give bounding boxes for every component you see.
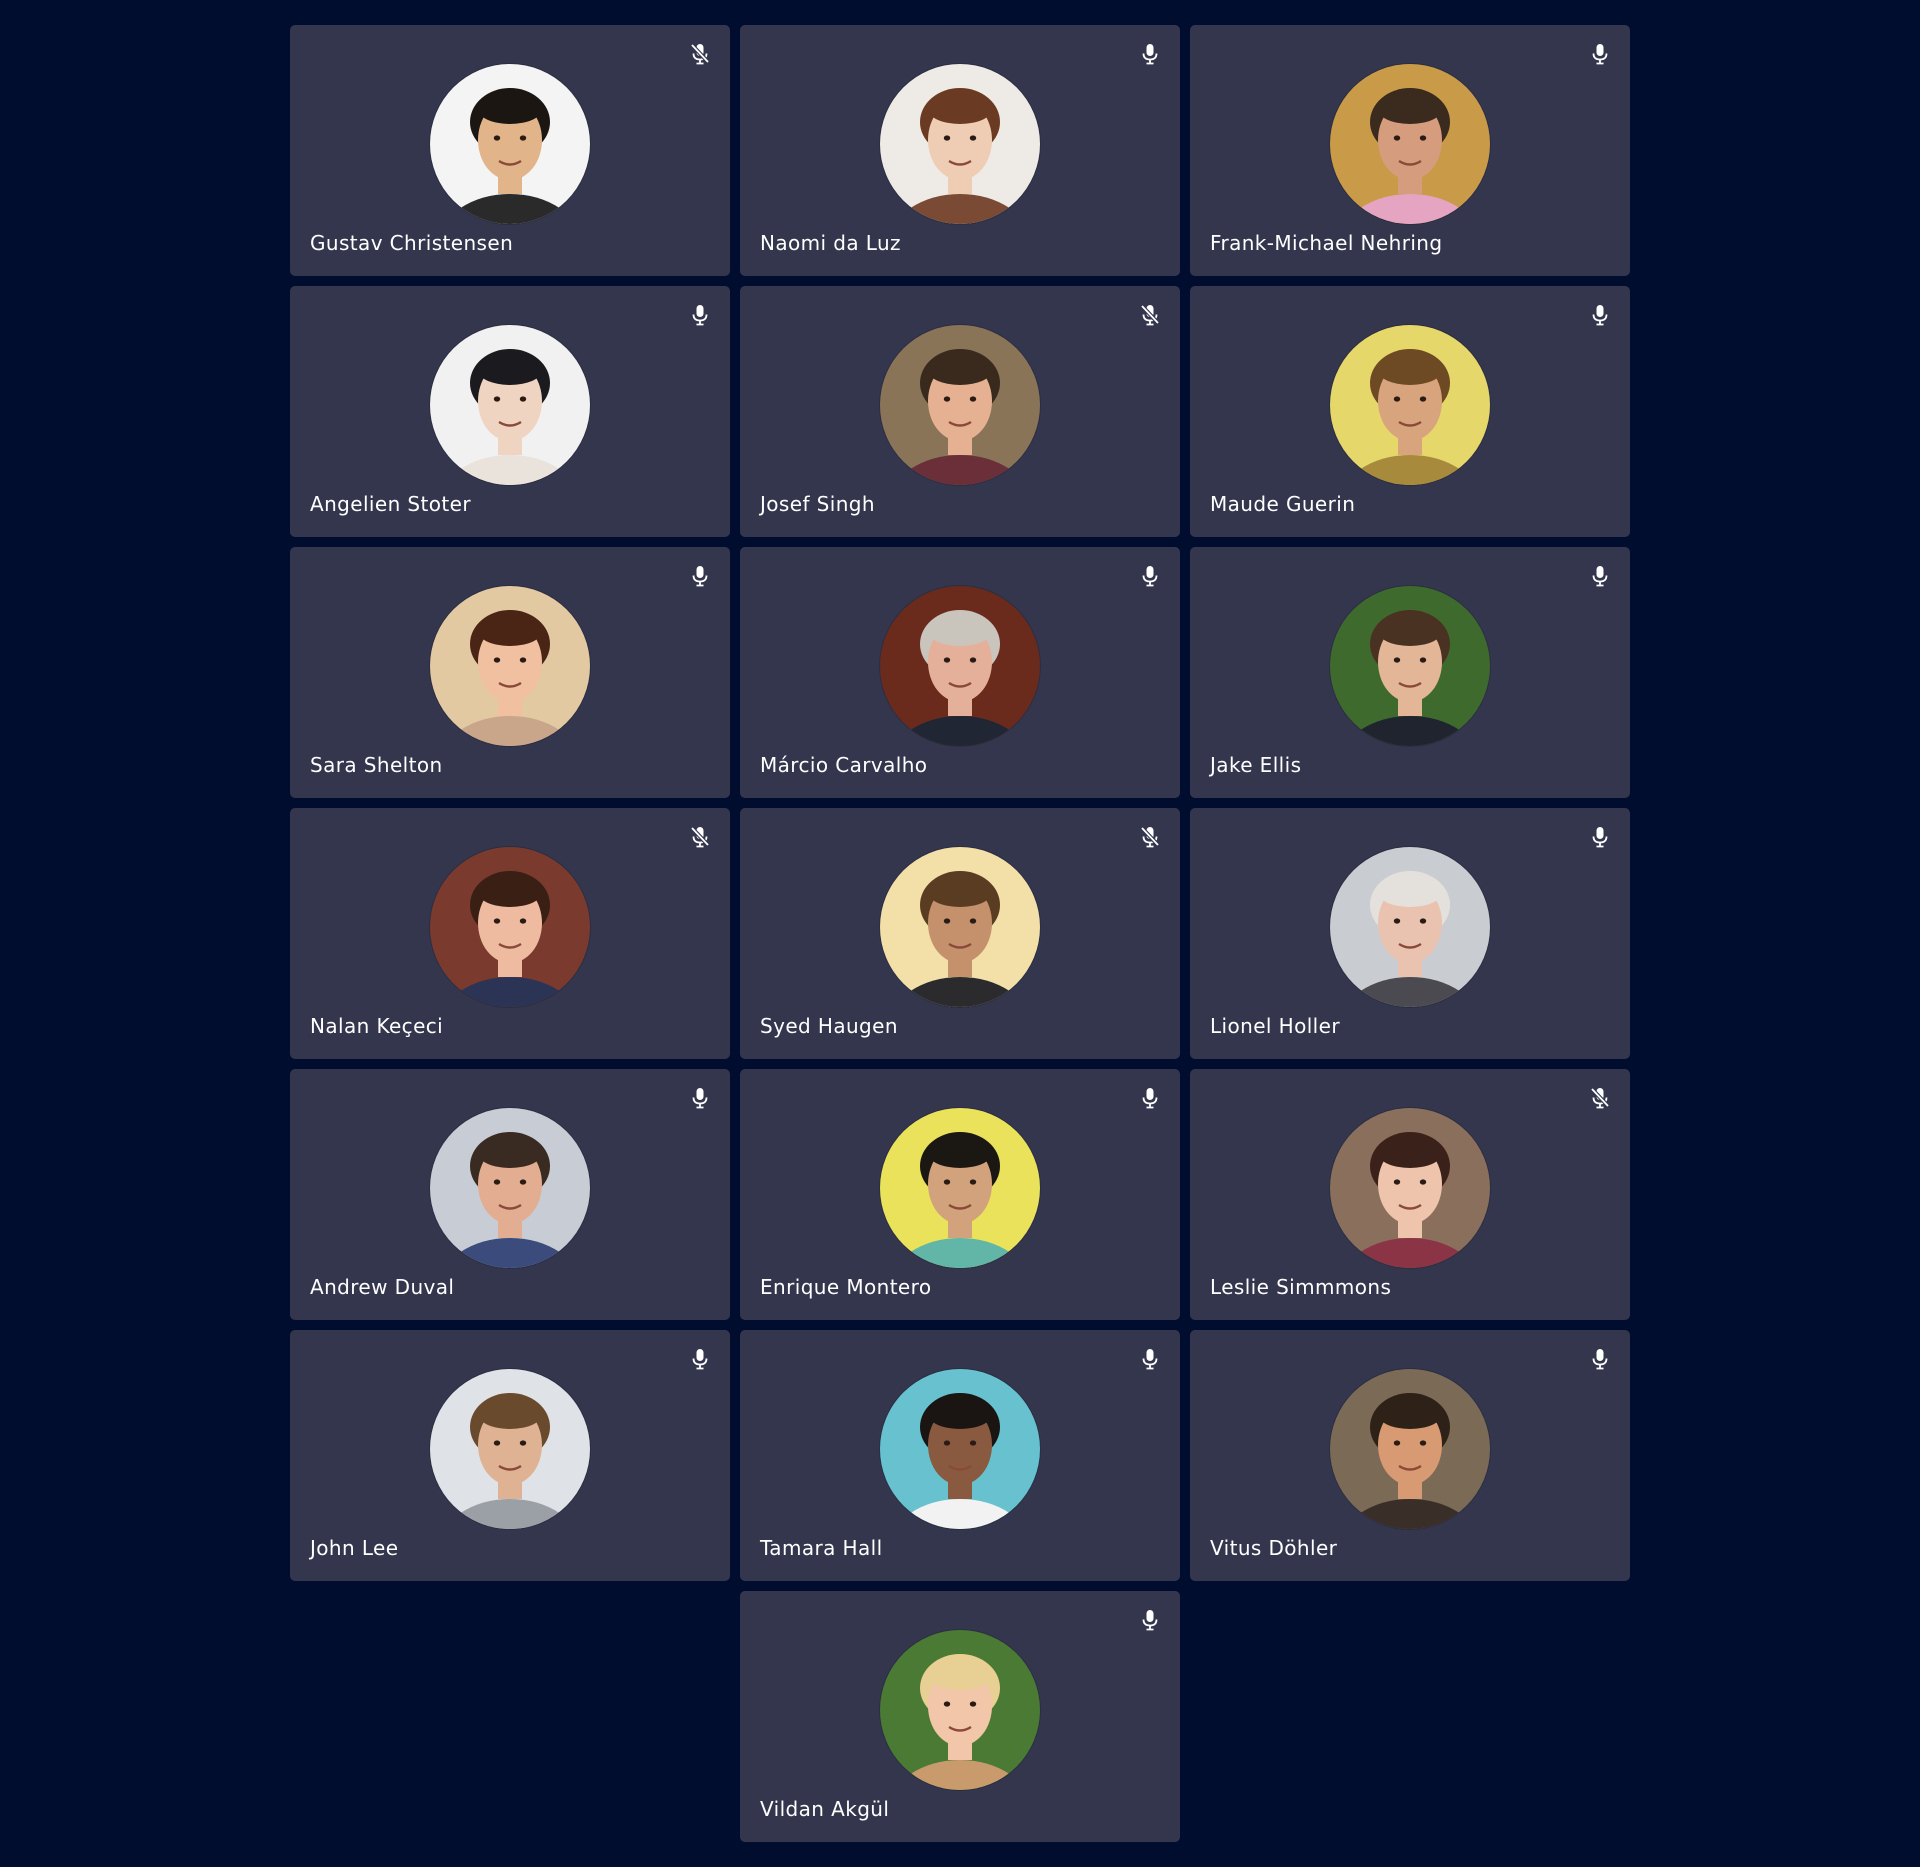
participant-tile[interactable]: Lionel Holler [1190,808,1630,1059]
participant-tile[interactable]: Vildan Akgül [740,1591,1180,1842]
participant-tile[interactable]: Enrique Montero [740,1069,1180,1320]
participant-tile[interactable]: Maude Guerin [1190,286,1630,537]
participant-tile[interactable]: Jake Ellis [1190,547,1630,798]
mic-icon[interactable] [1140,1348,1160,1370]
participant-name: Lionel Holler [1210,1014,1340,1038]
participant-tile[interactable]: John Lee [290,1330,730,1581]
participant-name: Tamara Hall [760,1536,883,1560]
mic-muted-icon[interactable] [1140,826,1160,848]
avatar [880,586,1040,746]
participant-name: Sara Shelton [310,753,443,777]
mic-icon[interactable] [690,304,710,326]
participant-name: Naomi da Luz [760,231,901,255]
participant-tile[interactable]: Sara Shelton [290,547,730,798]
mic-icon[interactable] [690,1087,710,1109]
avatar [1330,1108,1490,1268]
participant-name: Vildan Akgül [760,1797,890,1821]
participant-tile[interactable]: Gustav Christensen [290,25,730,276]
participant-name: Andrew Duval [310,1275,455,1299]
participant-tile[interactable]: Nalan Keçeci [290,808,730,1059]
participant-tile[interactable]: Tamara Hall [740,1330,1180,1581]
avatar [880,1630,1040,1790]
avatar [880,325,1040,485]
avatar [880,64,1040,224]
participant-grid: Gustav Christensen Naomi da Luz Frank-Mich… [290,25,1630,1842]
participant-name: John Lee [310,1536,399,1560]
participant-tile[interactable]: Márcio Carvalho [740,547,1180,798]
avatar [1330,847,1490,1007]
mic-icon[interactable] [1590,565,1610,587]
avatar [430,847,590,1007]
participant-name: Márcio Carvalho [760,753,928,777]
mic-icon[interactable] [1140,1087,1160,1109]
participant-name: Jake Ellis [1210,753,1302,777]
participant-name: Angelien Stoter [310,492,471,516]
participant-tile[interactable]: Naomi da Luz [740,25,1180,276]
avatar [1330,64,1490,224]
mic-icon[interactable] [1590,304,1610,326]
avatar [1330,586,1490,746]
avatar [430,1108,590,1268]
participant-name: Leslie Simmmons [1210,1275,1392,1299]
mic-icon[interactable] [1140,565,1160,587]
participant-tile[interactable]: Frank-Michael Nehring [1190,25,1630,276]
participant-name: Maude Guerin [1210,492,1356,516]
avatar [430,586,590,746]
participant-name: Gustav Christensen [310,231,514,255]
mic-icon[interactable] [1590,826,1610,848]
participant-name: Enrique Montero [760,1275,932,1299]
mic-icon[interactable] [1590,1348,1610,1370]
mic-muted-icon[interactable] [690,43,710,65]
mic-icon[interactable] [690,565,710,587]
participant-name: Nalan Keçeci [310,1014,444,1038]
avatar [1330,1369,1490,1529]
participant-tile[interactable]: Vitus Döhler [1190,1330,1630,1581]
participant-name: Syed Haugen [760,1014,898,1038]
avatar [880,1369,1040,1529]
participant-name: Frank-Michael Nehring [1210,231,1443,255]
avatar [880,847,1040,1007]
participant-name: Vitus Döhler [1210,1536,1338,1560]
participant-tile[interactable]: Syed Haugen [740,808,1180,1059]
participant-tile[interactable]: Andrew Duval [290,1069,730,1320]
participant-tile[interactable]: Leslie Simmmons [1190,1069,1630,1320]
mic-muted-icon[interactable] [1590,1087,1610,1109]
mic-icon[interactable] [690,1348,710,1370]
avatar [1330,325,1490,485]
mic-muted-icon[interactable] [690,826,710,848]
mic-muted-icon[interactable] [1140,304,1160,326]
mic-icon[interactable] [1140,43,1160,65]
avatar [430,64,590,224]
participant-name: Josef Singh [760,492,875,516]
avatar [430,1369,590,1529]
mic-icon[interactable] [1590,43,1610,65]
avatar [430,325,590,485]
avatar [880,1108,1040,1268]
participant-tile[interactable]: Angelien Stoter [290,286,730,537]
participant-tile[interactable]: Josef Singh [740,286,1180,537]
mic-icon[interactable] [1140,1609,1160,1631]
